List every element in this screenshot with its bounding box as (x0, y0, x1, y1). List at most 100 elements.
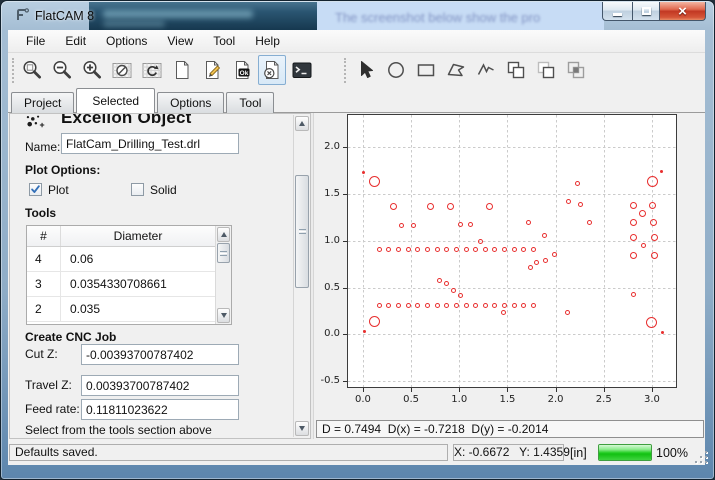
plot-canvas[interactable] (347, 114, 677, 388)
minimize-button[interactable] (602, 2, 632, 21)
menu-item-options[interactable]: Options (96, 30, 157, 52)
background-window-glimpse-light: The screenshot below show the pro (317, 2, 604, 30)
table-row[interactable]: 40.06 (27, 247, 215, 272)
draw-polyline-button[interactable] (472, 55, 500, 85)
tools-table-body: 40.0630.035433070866120.035 (27, 247, 215, 324)
menu-item-edit[interactable]: Edit (55, 30, 96, 52)
tool-number-cell[interactable]: 3 (27, 272, 61, 296)
solid-checkbox[interactable] (131, 183, 144, 196)
close-icon: × (678, 4, 687, 19)
arrow-down-icon (221, 313, 227, 318)
replot-button[interactable] (138, 55, 166, 85)
name-input[interactable] (61, 133, 239, 154)
table-row[interactable]: 30.0354330708661 (27, 272, 215, 297)
thumb-grip-icon (220, 251, 227, 256)
window-title: FlatCAM 8 (35, 9, 94, 23)
tools-table-header-diameter[interactable]: Diameter (61, 226, 215, 246)
aero-glass-reflection (103, 21, 165, 27)
scroll-down-button[interactable] (295, 421, 309, 436)
tools-table-scrollbar[interactable] (215, 226, 231, 324)
scroll-up-button[interactable] (217, 227, 230, 242)
tab-options[interactable]: Options (157, 92, 224, 113)
new-file-button[interactable] (168, 55, 196, 85)
draw-circle-button[interactable] (382, 55, 410, 85)
new-file-icon (171, 59, 193, 81)
flatcam-window: The screenshot below show the pro FlatCA… (0, 0, 715, 480)
delete-file-button[interactable] (258, 55, 286, 85)
draw-polyline-icon (475, 59, 497, 81)
ok-file-button[interactable]: Ok (228, 55, 256, 85)
feed-rate-label: Feed rate: (25, 402, 80, 416)
tool-diameter-cell[interactable]: 0.06 (61, 247, 215, 271)
tools-table-header-number[interactable]: # (27, 226, 61, 246)
toolbar-handle[interactable] (344, 58, 346, 83)
union-button[interactable] (502, 55, 530, 85)
draw-circle-icon (385, 59, 407, 81)
zoom-in-icon (81, 59, 103, 81)
tab-project[interactable]: Project (11, 92, 74, 113)
scrollbar-thumb[interactable] (217, 243, 230, 263)
toolbar-handle[interactable] (12, 58, 14, 83)
aero-glass-reflection (103, 10, 253, 18)
tools-table-header-row: #Diameter (27, 226, 215, 247)
panel-scrollbar[interactable] (293, 115, 310, 437)
replot-icon (141, 59, 163, 81)
draw-rectangle-button[interactable] (412, 55, 440, 85)
feed-rate-input[interactable] (81, 399, 239, 420)
name-label: Name: (25, 140, 60, 154)
scrollbar-thumb[interactable] (295, 175, 309, 288)
table-row[interactable]: 20.035 (27, 297, 215, 322)
plot-checkbox[interactable] (29, 183, 42, 196)
solid-checkbox-label: Solid (150, 183, 177, 197)
measurement-readout: D = 0.7494 D(x) = -0.7218 D(y) = -0.2014 (316, 420, 704, 438)
cursor-coordinates: X: -0.6672 Y: 1.4359 (453, 444, 564, 461)
tab-tool[interactable]: Tool (226, 92, 274, 113)
ok-file-icon: Ok (231, 59, 253, 81)
select-button[interactable] (352, 55, 380, 85)
zoom-out-button[interactable] (48, 55, 76, 85)
tool-number-cell[interactable]: 4 (27, 247, 61, 271)
maximize-button[interactable] (632, 2, 660, 21)
scroll-up-button[interactable] (295, 116, 309, 131)
tools-label: Tools (25, 206, 56, 220)
zoom-in-button[interactable] (78, 55, 106, 85)
tools-table: #Diameter 40.0630.035433070866120.035 (26, 225, 232, 325)
shell-icon (291, 59, 313, 81)
cnc-job-heading: Create CNC Job (25, 330, 116, 344)
draw-polygon-icon (445, 59, 467, 81)
intersect-button[interactable] (562, 55, 590, 85)
travel-z-input[interactable] (81, 375, 239, 396)
close-button[interactable]: × (660, 2, 706, 21)
tab-selected[interactable]: Selected (76, 88, 155, 113)
table-row-partial (27, 322, 215, 324)
cut-z-input[interactable] (81, 344, 239, 365)
draw-polygon-button[interactable] (442, 55, 470, 85)
scroll-down-button[interactable] (217, 308, 230, 323)
file-toolbar-group: Ok (18, 55, 316, 85)
resize-grip[interactable] (695, 451, 709, 465)
menu-bar: FileEditOptionsViewToolHelp (8, 30, 705, 53)
toolbar: Ok (8, 53, 705, 88)
tools-hint: Select from the tools section above (25, 423, 212, 437)
edit-drawing-button[interactable] (198, 55, 226, 85)
zoom-out-icon (51, 59, 73, 81)
tool-diameter-cell[interactable]: 0.0354330708661 (61, 272, 215, 296)
menu-item-tool[interactable]: Tool (203, 30, 245, 52)
tool-number-cell[interactable]: 2 (27, 297, 61, 321)
zoom-fit-icon (21, 59, 43, 81)
tool-diameter-cell[interactable]: 0.035 (61, 297, 215, 321)
selected-tab-panel: Excellon Object Name: Plot Options: Plot… (9, 113, 311, 439)
clear-plot-button[interactable] (108, 55, 136, 85)
menu-item-file[interactable]: File (16, 30, 55, 52)
menu-item-view[interactable]: View (157, 30, 203, 52)
subtract-button[interactable] (532, 55, 560, 85)
tab-bar: ProjectSelectedOptionsTool (11, 88, 276, 113)
title-bar[interactable]: The screenshot below show the pro FlatCA… (1, 1, 714, 30)
shell-button[interactable] (288, 55, 316, 85)
maximize-icon (642, 7, 651, 15)
draw-rectangle-icon (415, 59, 437, 81)
status-message: Defaults saved. (9, 444, 448, 461)
menu-item-help[interactable]: Help (245, 30, 290, 52)
panel-splitter[interactable] (311, 113, 314, 439)
zoom-fit-button[interactable] (18, 55, 46, 85)
